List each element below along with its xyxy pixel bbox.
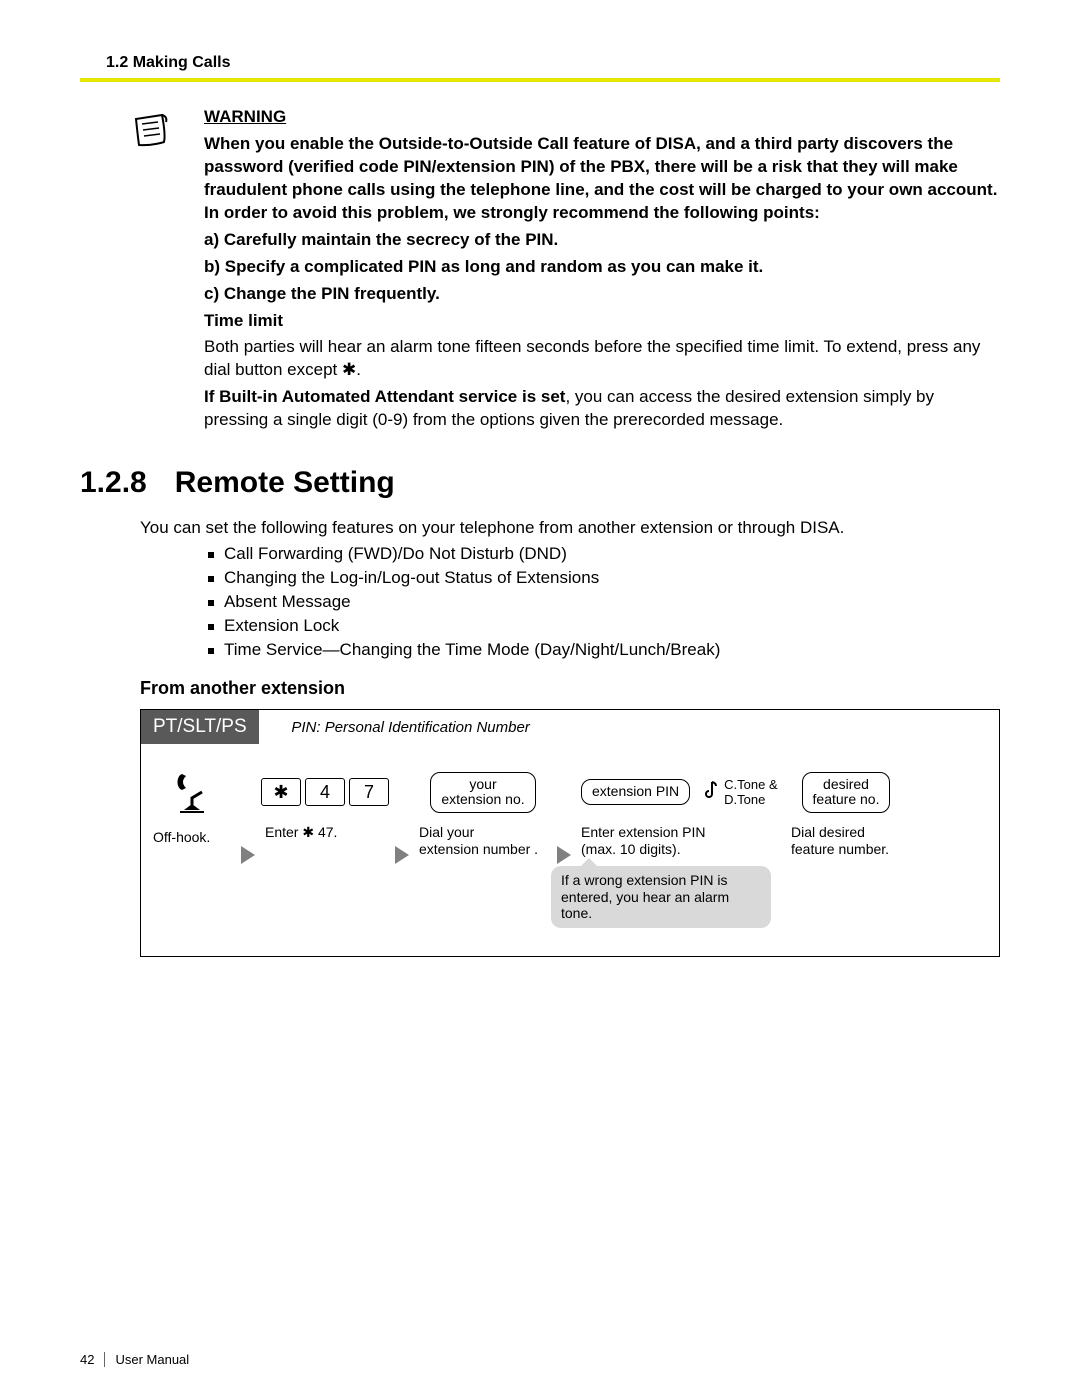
box-line1: your bbox=[441, 777, 524, 792]
page-number: 42 bbox=[80, 1352, 105, 1367]
warning-point-b: b) Specify a complicated PIN as long and… bbox=[204, 257, 763, 276]
offhook-icon bbox=[170, 770, 214, 819]
key-star: ✱ bbox=[261, 778, 301, 806]
list-item: Changing the Log-in/Log-out Status of Ex… bbox=[208, 568, 1000, 588]
warning-title: WARNING bbox=[204, 107, 286, 126]
step1-label: Off-hook. bbox=[153, 829, 231, 846]
step4-label: Enter extension PIN (max. 10 digits). bbox=[581, 824, 731, 858]
warning-point-c: c) Change the PIN frequently. bbox=[204, 284, 440, 303]
step5-label: Dial desired feature number. bbox=[791, 824, 901, 858]
warning-point-a: a) Carefully maintain the secrecy of the… bbox=[204, 230, 558, 249]
procedure-caption: PIN: Personal Identification Number bbox=[291, 719, 529, 736]
tone-line1: C.Tone & bbox=[724, 777, 777, 793]
box-extension-pin: extension PIN bbox=[581, 779, 690, 804]
box-desired-feature: desired feature no. bbox=[802, 772, 891, 813]
box-line2: feature no. bbox=[813, 792, 880, 807]
key-7: 7 bbox=[349, 778, 389, 806]
subhead-from-another-extension: From another extension bbox=[140, 678, 1000, 699]
arrow-icon bbox=[395, 846, 409, 869]
section-heading: 1.2.8 Remote Setting bbox=[80, 466, 1000, 500]
section-number: 1.2.8 bbox=[80, 466, 147, 500]
box-line2: extension no. bbox=[441, 792, 524, 807]
step4-note-bubble: If a wrong extension PIN is entered, you… bbox=[551, 866, 771, 928]
arrow-icon bbox=[241, 846, 255, 869]
box-line1: desired bbox=[813, 777, 880, 792]
attendant-lead: If Built-in Automated Attendant service … bbox=[204, 387, 565, 406]
running-header: 1.2 Making Calls bbox=[106, 54, 1000, 72]
section-intro: You can set the following features on yo… bbox=[140, 518, 1000, 538]
list-item: Time Service—Changing the Time Mode (Day… bbox=[208, 640, 1000, 660]
warning-body: When you enable the Outside-to-Outside C… bbox=[204, 134, 997, 222]
header-rule bbox=[80, 78, 1000, 82]
step2-label: Enter ✱ 47. bbox=[265, 824, 385, 841]
timelimit-body: Both parties will hear an alarm tone fif… bbox=[204, 336, 1000, 382]
note-icon bbox=[126, 108, 180, 436]
footer-title: User Manual bbox=[115, 1352, 189, 1367]
key-4: 4 bbox=[305, 778, 345, 806]
procedure-tab: PT/SLT/PS bbox=[141, 710, 259, 744]
procedure-box: PT/SLT/PS PIN: Personal Identification N… bbox=[140, 709, 1000, 957]
list-item: Absent Message bbox=[208, 592, 1000, 612]
tone-line2: D.Tone bbox=[724, 792, 777, 808]
timelimit-label: Time limit bbox=[204, 311, 283, 330]
list-item: Extension Lock bbox=[208, 616, 1000, 636]
step3-label: Dial your extension number . bbox=[419, 824, 547, 858]
warning-block: WARNING When you enable the Outside-to-O… bbox=[80, 106, 1000, 436]
footer: 42 User Manual bbox=[80, 1352, 189, 1367]
section-title: Remote Setting bbox=[175, 466, 395, 499]
box-your-extension: your extension no. bbox=[430, 772, 535, 813]
feature-list: Call Forwarding (FWD)/Do Not Disturb (DN… bbox=[208, 544, 1000, 660]
list-item: Call Forwarding (FWD)/Do Not Disturb (DN… bbox=[208, 544, 1000, 564]
tone-icon bbox=[700, 780, 720, 805]
